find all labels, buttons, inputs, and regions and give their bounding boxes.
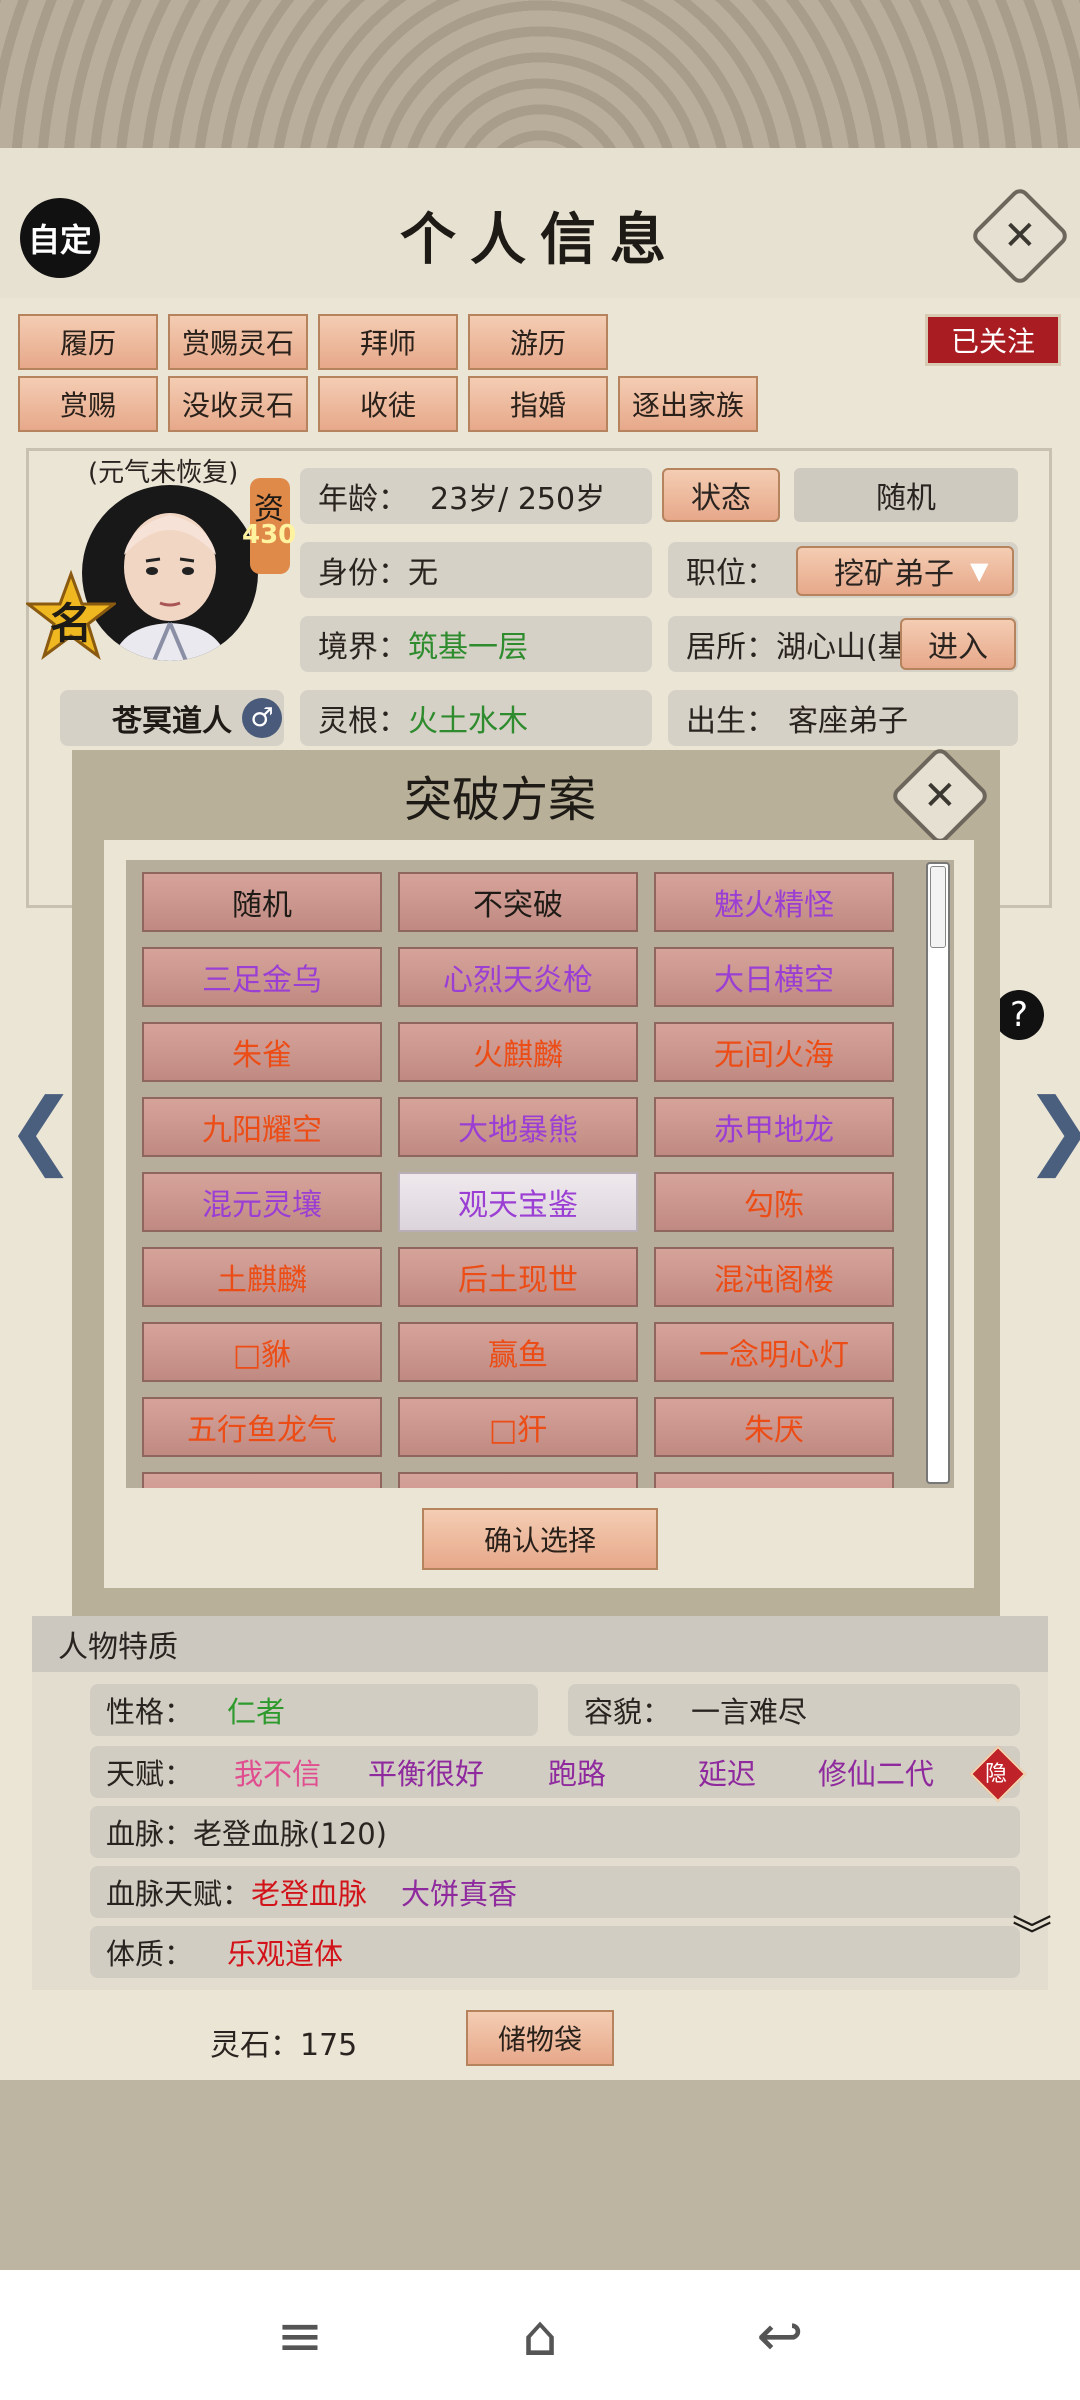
birth-row: 出生： 客座弟子	[668, 690, 1018, 746]
state-button[interactable]: 状态	[662, 468, 780, 522]
expand-down-icon[interactable]: ︾	[1012, 1916, 1052, 1956]
tab-confiscate-stones[interactable]: 没收灵石	[168, 376, 308, 432]
constitution-row: 体质： 乐观道体	[90, 1926, 1020, 1978]
breakthrough-option[interactable]: 朱雀	[142, 1022, 382, 1082]
top-decoration	[0, 0, 1080, 148]
next-arrow-icon[interactable]: ❯	[1024, 1080, 1080, 1178]
traits-section-title: 人物特质	[32, 1616, 1048, 1672]
breakthrough-option[interactable]: 后土现世	[398, 1247, 638, 1307]
hidden-badge[interactable]: 隐	[969, 1745, 1027, 1803]
talent-item: 我不信	[234, 1757, 322, 1791]
aptitude-value: 430	[242, 520, 297, 550]
page-title: 个人信息	[400, 207, 680, 273]
breakthrough-option[interactable]: 大日横空	[654, 947, 894, 1007]
tab-history[interactable]: 履历	[18, 314, 158, 370]
enter-button[interactable]: 进入	[900, 618, 1016, 670]
scrollbar-thumb[interactable]	[930, 866, 946, 948]
status-note: (元气未恢复)	[88, 458, 239, 488]
tab-apprentice[interactable]: 拜师	[318, 314, 458, 370]
bloodline-row: 血脉： 老登血脉(120)	[90, 1806, 1020, 1858]
breakthrough-option[interactable]: 一念明心灯	[654, 1322, 894, 1382]
breakthrough-option[interactable]: 魅火精怪	[654, 872, 894, 932]
appearance-row: 容貌： 一言难尽	[568, 1684, 1020, 1736]
breakthrough-option[interactable]: 土麒麟	[142, 1247, 382, 1307]
tab-take-disciple[interactable]: 收徒	[318, 376, 458, 432]
modal-title: 突破方案	[403, 772, 596, 828]
breakthrough-option[interactable]: 火麒麟	[398, 1022, 638, 1082]
breakthrough-option[interactable]: 不突破	[398, 872, 638, 932]
talent-item: 延迟	[698, 1757, 757, 1791]
breakthrough-option[interactable]: 随机	[142, 872, 382, 932]
breakthrough-option[interactable]: 混元灵壤	[142, 1172, 382, 1232]
breakthrough-option[interactable]: 赤甲地龙	[654, 1097, 894, 1157]
breakthrough-option[interactable]: 三足金乌	[142, 947, 382, 1007]
tab-arrange-marriage[interactable]: 指婚	[468, 376, 608, 432]
talent-item: 跑路	[548, 1757, 607, 1791]
male-icon: ♂	[242, 698, 282, 738]
tab-travel[interactable]: 游历	[468, 314, 608, 370]
breakthrough-option[interactable]: 朱厌	[654, 1397, 894, 1457]
help-icon[interactable]: ?	[994, 990, 1044, 1040]
fame-label: 名	[50, 599, 93, 648]
talent-item: 平衡很好	[368, 1757, 485, 1791]
back-icon[interactable]: ↩	[720, 2276, 840, 2396]
storage-bag-button[interactable]: 储物袋	[466, 2010, 614, 2066]
tab-reward[interactable]: 赏赐	[18, 376, 158, 432]
home-icon[interactable]: ⌂	[480, 2276, 600, 2396]
followed-badge[interactable]: 已关注	[925, 314, 1061, 366]
breakthrough-option[interactable]: 混沌阁楼	[654, 1247, 894, 1307]
menu-icon[interactable]: ≡	[240, 2276, 360, 2396]
tab-reward-stones[interactable]: 赏赐灵石	[168, 314, 308, 370]
talent-row: 天赋： 我不信 平衡很好 跑路 延迟 修仙二代	[90, 1746, 1020, 1798]
breakthrough-option-partial[interactable]	[142, 1472, 382, 1488]
random-button[interactable]: 随机	[794, 468, 1018, 522]
breakthrough-option[interactable]: 勾陈	[654, 1172, 894, 1232]
position-dropdown[interactable]: 挖矿弟子 ▼	[796, 546, 1014, 596]
identity-row: 身份：无	[300, 542, 652, 598]
breakthrough-option[interactable]: 无间火海	[654, 1022, 894, 1082]
bloodline-talent-row: 血脉天赋： 老登血脉 大饼真香	[90, 1866, 1020, 1918]
scrollbar[interactable]	[926, 862, 950, 1484]
breakthrough-option[interactable]: 五行鱼龙气	[142, 1397, 382, 1457]
personality-row: 性格： 仁者	[90, 1684, 538, 1736]
breakthrough-option[interactable]: 赢鱼	[398, 1322, 638, 1382]
breakthrough-option[interactable]: □貅	[142, 1322, 382, 1382]
tab-expel-family[interactable]: 逐出家族	[618, 376, 758, 432]
breakthrough-option[interactable]: 九阳耀空	[142, 1097, 382, 1157]
breakthrough-option-partial[interactable]	[398, 1472, 638, 1488]
prev-arrow-icon[interactable]: ❮	[6, 1080, 76, 1178]
breakthrough-option-partial[interactable]	[654, 1472, 894, 1488]
breakthrough-option[interactable]: □犴	[398, 1397, 638, 1457]
root-row: 灵根： 火土水木	[300, 690, 652, 746]
action-tabs: 履历 赏赐灵石 拜师 游历 赏赐 没收灵石 收徒 指婚 逐出家族	[18, 314, 898, 444]
chevron-down-icon: ▼	[970, 557, 989, 585]
breakthrough-option[interactable]: 心烈天炎枪	[398, 947, 638, 1007]
breakthrough-option[interactable]: 大地暴熊	[398, 1097, 638, 1157]
close-icon: ✕	[923, 772, 957, 819]
age-row: 年龄： 23岁/ 250岁	[300, 468, 652, 524]
breakthrough-option[interactable]: 观天宝鉴	[398, 1172, 638, 1232]
realm-row: 境界： 筑基一层	[300, 616, 652, 672]
close-icon: ✕	[1003, 212, 1037, 259]
confirm-button[interactable]: 确认选择	[422, 1508, 658, 1570]
talent-item: 修仙二代	[818, 1757, 935, 1791]
breakthrough-options-list[interactable]: 随机 不突破 魅火精怪三足金乌 心烈天炎枪 大日横空朱雀 火麒麟 无间火海九阳耀空 大地暴熊赤…	[126, 860, 954, 1488]
spirit-stones-count: 灵石：175	[210, 2028, 358, 2063]
